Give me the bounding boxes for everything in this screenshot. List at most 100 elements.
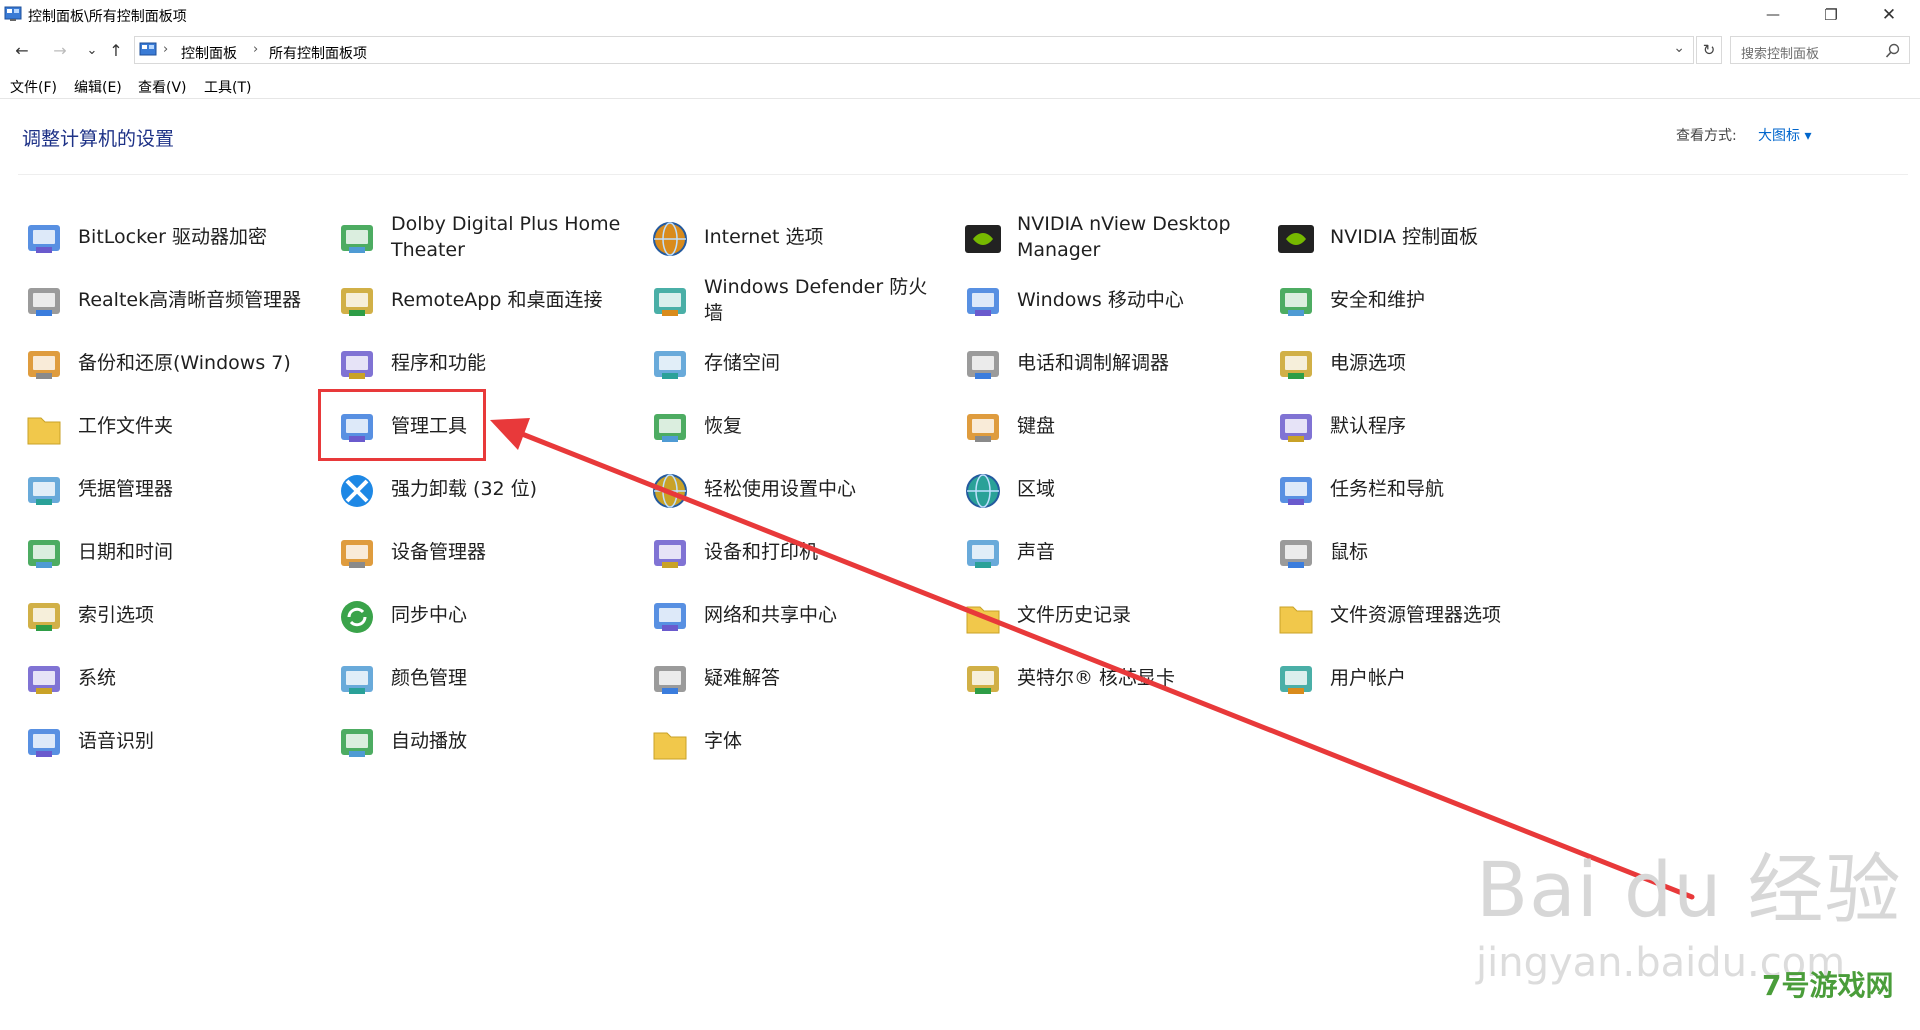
control-panel-item[interactable]: 安全和维护 — [1274, 272, 1574, 328]
breadcrumb-all-items[interactable]: 所有控制面板项 — [269, 43, 367, 63]
credential-manager-icon — [22, 469, 66, 513]
control-panel-item[interactable]: 恢复 — [648, 398, 948, 454]
bitlocker-icon — [22, 217, 66, 261]
minimize-button[interactable]: — — [1744, 0, 1802, 30]
control-panel-item[interactable]: 凭据管理器 — [22, 461, 322, 517]
troubleshooting-icon — [648, 658, 692, 702]
control-panel-item[interactable]: 颜色管理 — [335, 650, 635, 706]
control-panel-item[interactable]: 疑难解答 — [648, 650, 948, 706]
control-panel-item[interactable]: Dolby Digital Plus Home Theater — [335, 209, 635, 265]
control-panel-item[interactable]: NVIDIA 控制面板 — [1274, 209, 1574, 265]
item-label: 鼠标 — [1330, 541, 1369, 563]
control-panel-item[interactable]: 默认程序 — [1274, 398, 1574, 454]
control-panel-item[interactable]: 强力卸载 (32 位) — [335, 461, 635, 517]
control-panel-item[interactable]: 文件资源管理器选项 — [1274, 587, 1574, 643]
item-label: 自动播放 — [391, 730, 468, 752]
menu-file[interactable]: 文件(F) — [10, 77, 57, 97]
control-panel-item[interactable]: 区域 — [961, 461, 1261, 517]
control-panel-item[interactable]: 存储空间 — [648, 335, 948, 391]
address-box[interactable]: › 控制面板 › 所有控制面板项 ⌄ — [134, 36, 1694, 64]
menu-view[interactable]: 查看(V) — [138, 77, 187, 97]
title-bar: 控制面板\所有控制面板项 — ❐ ✕ — [0, 0, 1920, 30]
explorer-options-icon — [1274, 595, 1318, 639]
item-label: Windows 移动中心 — [1017, 289, 1184, 311]
control-panel-item[interactable]: BitLocker 驱动器加密 — [22, 209, 322, 265]
autoplay-icon — [335, 721, 379, 765]
refresh-icon: ↻ — [1702, 41, 1716, 59]
recent-locations-button[interactable]: ⌄ — [82, 40, 102, 60]
site-badge-watermark: 7号游戏网 — [1762, 969, 1894, 1002]
control-panel-item[interactable]: 英特尔® 核芯显卡 — [961, 650, 1261, 706]
view-by-dropdown[interactable]: 大图标 ▾ — [1758, 125, 1811, 145]
breadcrumb-control-panel[interactable]: 控制面板 — [181, 43, 237, 63]
region-icon — [961, 469, 1005, 513]
control-panel-item[interactable]: 鼠标 — [1274, 524, 1574, 580]
window-title: 控制面板\所有控制面板项 — [28, 9, 187, 25]
control-panel-item[interactable]: 程序和功能 — [335, 335, 635, 391]
mobility-center-icon — [961, 280, 1005, 324]
up-arrow-icon: ↑ — [109, 40, 123, 60]
up-button[interactable]: ↑ — [106, 40, 126, 60]
item-label: 文件资源管理器选项 — [1330, 604, 1502, 626]
control-panel-item[interactable]: 语音识别 — [22, 713, 322, 769]
control-panel-item[interactable]: 同步中心 — [335, 587, 635, 643]
control-panel-item[interactable]: 系统 — [22, 650, 322, 706]
realtek-audio-icon — [22, 280, 66, 324]
control-panel-item[interactable]: 网络和共享中心 — [648, 587, 948, 643]
control-panel-item[interactable]: 声音 — [961, 524, 1261, 580]
control-panel-icon — [4, 6, 22, 21]
control-panel-item[interactable]: 用户帐户 — [1274, 650, 1574, 706]
storage-spaces-icon — [648, 343, 692, 387]
control-panel-item[interactable]: RemoteApp 和桌面连接 — [335, 272, 635, 328]
item-label: 程序和功能 — [391, 352, 487, 374]
keyboard-icon — [961, 406, 1005, 450]
power-icon — [1274, 343, 1318, 387]
item-label: 系统 — [78, 667, 117, 689]
item-label: 声音 — [1017, 541, 1056, 563]
menu-tools[interactable]: 工具(T) — [204, 77, 251, 97]
control-panel-item[interactable]: 电话和调制解调器 — [961, 335, 1261, 391]
control-panel-item[interactable]: 工作文件夹 — [22, 398, 322, 454]
address-dropdown-icon[interactable]: ⌄ — [1673, 40, 1685, 56]
control-panel-item[interactable]: 自动播放 — [335, 713, 635, 769]
refresh-button[interactable]: ↻ — [1696, 36, 1722, 64]
control-panel-item[interactable]: 电源选项 — [1274, 335, 1574, 391]
control-panel-item[interactable]: 设备管理器 — [335, 524, 635, 580]
control-panel-item[interactable]: 文件历史记录 — [961, 587, 1261, 643]
control-panel-item[interactable]: 键盘 — [961, 398, 1261, 454]
close-button[interactable]: ✕ — [1860, 0, 1918, 30]
item-label: 疑难解答 — [704, 667, 781, 689]
forward-button[interactable]: → — [50, 40, 70, 60]
taskbar-icon — [1274, 469, 1318, 513]
device-manager-icon — [335, 532, 379, 576]
control-panel-item[interactable]: 任务栏和导航 — [1274, 461, 1574, 517]
control-panel-item[interactable]: Realtek高清晰音频管理器 — [22, 272, 322, 328]
phone-modem-icon — [961, 343, 1005, 387]
control-panel-item[interactable]: 索引选项 — [22, 587, 322, 643]
network-icon — [648, 595, 692, 639]
color-management-icon — [335, 658, 379, 702]
control-panel-item[interactable]: Windows 移动中心 — [961, 272, 1261, 328]
annotation-highlight-box — [318, 389, 486, 461]
item-label: Windows Defender 防火墙 — [704, 276, 928, 324]
control-panel-item[interactable]: 备份和还原(Windows 7) — [22, 335, 322, 391]
user-accounts-icon — [1274, 658, 1318, 702]
work-folders-icon — [22, 406, 66, 450]
control-panel-item[interactable]: Internet 选项 — [648, 209, 948, 265]
internet-options-icon — [648, 217, 692, 261]
search-input[interactable]: 搜索控制面板 — [1730, 36, 1910, 64]
control-panel-item[interactable]: 日期和时间 — [22, 524, 322, 580]
control-panel-item[interactable]: NVIDIA nView Desktop Manager — [961, 209, 1261, 265]
item-label: 强力卸载 (32 位) — [391, 478, 538, 500]
control-panel-item[interactable]: 字体 — [648, 713, 948, 769]
control-panel-item[interactable]: Windows Defender 防火墙 — [648, 272, 948, 328]
item-label: 用户帐户 — [1330, 667, 1407, 689]
control-panel-item[interactable]: 轻松使用设置中心 — [648, 461, 948, 517]
back-button[interactable]: ← — [12, 40, 32, 60]
item-label: 日期和时间 — [78, 541, 174, 563]
item-label: RemoteApp 和桌面连接 — [391, 289, 603, 311]
menu-edit[interactable]: 编辑(E) — [74, 77, 122, 97]
control-panel-item[interactable]: 设备和打印机 — [648, 524, 948, 580]
item-label: 电话和调制解调器 — [1017, 352, 1170, 374]
maximize-button[interactable]: ❐ — [1802, 0, 1860, 30]
